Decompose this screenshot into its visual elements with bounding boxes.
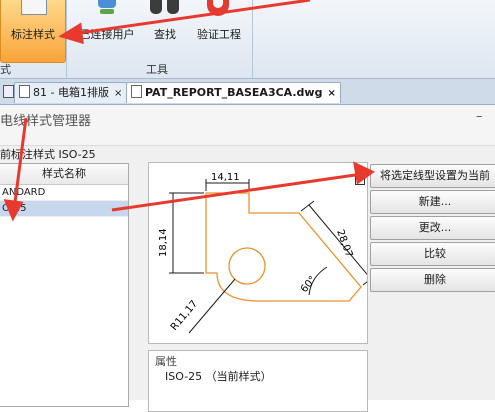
window-icon xyxy=(3,85,14,98)
new-button[interactable]: 新建... xyxy=(370,190,495,214)
set-current-button[interactable]: 将选定线型设置为当前 xyxy=(370,164,495,188)
network-icon xyxy=(96,0,118,16)
close-icon[interactable]: × xyxy=(114,88,122,99)
document-tab-bar: 81 - 电箱1排版 × PAT_REPORT_BASEA3CA.dwg × xyxy=(0,79,495,105)
preview-grip-icon xyxy=(355,175,365,185)
properties-title: 属性 xyxy=(155,355,177,368)
tools-group-label: 工具 xyxy=(146,63,168,76)
tab-report[interactable]: PAT_REPORT_BASEA3CA.dwg × xyxy=(126,82,341,103)
tab-label: 81 - 电箱1排版 xyxy=(33,86,109,99)
dim-top-text: 14,11 xyxy=(211,172,240,183)
dimension-style-label: 标注样式 xyxy=(11,28,55,41)
left-group-label: 式 xyxy=(0,63,11,76)
ribbon-separator xyxy=(66,0,67,78)
verify-project-button[interactable]: 验证工程 xyxy=(188,0,250,62)
find-button[interactable]: 查找 xyxy=(144,0,186,62)
drawing-icon xyxy=(19,85,30,98)
list-item[interactable]: ANDARD xyxy=(0,185,128,201)
delete-button[interactable]: 删除 xyxy=(370,268,495,292)
dimension-style-icon xyxy=(21,0,47,15)
minimize-button[interactable]: – xyxy=(476,109,483,124)
modify-button[interactable]: 更改... xyxy=(370,216,495,240)
close-icon[interactable]: × xyxy=(327,88,335,99)
style-list[interactable]: 样式名称 ANDARD O-25 xyxy=(0,163,129,407)
verify-icon xyxy=(207,0,229,16)
current-style-label: 前标注样式 ISO-25 xyxy=(0,148,96,161)
preview-drawing: 14,11 18,14 28,07 60° R11,17 xyxy=(158,172,377,334)
binoculars-icon xyxy=(150,0,180,16)
style-preview: 14,11 18,14 28,07 60° R11,17 xyxy=(148,162,377,344)
dialog-title: 电线样式管理器 xyxy=(0,114,92,129)
ribbon: 标注样式 已连接用户 查找 验证工程 式 工具 xyxy=(0,0,495,79)
tab-panel-layout[interactable]: 81 - 电箱1排版 × xyxy=(14,82,128,103)
properties-panel: 属性 ISO-25 （当前样式） xyxy=(148,350,368,412)
compare-button[interactable]: 比较 xyxy=(370,242,495,266)
dialog-header: 电线样式管理器 – 前标注样式 ISO-25 xyxy=(0,105,495,161)
connected-users-button[interactable]: 已连接用户 xyxy=(72,0,142,62)
connected-users-label: 已连接用户 xyxy=(79,28,135,41)
tab-label: PAT_REPORT_BASEA3CA.dwg xyxy=(145,86,323,99)
properties-value: ISO-25 （当前样式） xyxy=(165,370,272,383)
drawing-icon xyxy=(131,85,142,98)
dim-diag-text: 28,07 xyxy=(334,228,354,259)
style-name-column-header[interactable]: 样式名称 xyxy=(0,164,128,185)
dim-left-text: 18,14 xyxy=(158,228,169,257)
style-manager-dialog: 电线样式管理器 – 前标注样式 ISO-25 样式名称 ANDARD O-25 xyxy=(0,105,495,412)
find-label: 查找 xyxy=(154,28,176,41)
radius-text: R11,17 xyxy=(169,299,200,333)
verify-project-label: 验证工程 xyxy=(197,28,241,41)
ribbon-separator-2 xyxy=(252,0,253,78)
list-item-selected[interactable]: O-25 xyxy=(0,201,128,217)
dimension-style-button[interactable]: 标注样式 xyxy=(0,0,66,63)
